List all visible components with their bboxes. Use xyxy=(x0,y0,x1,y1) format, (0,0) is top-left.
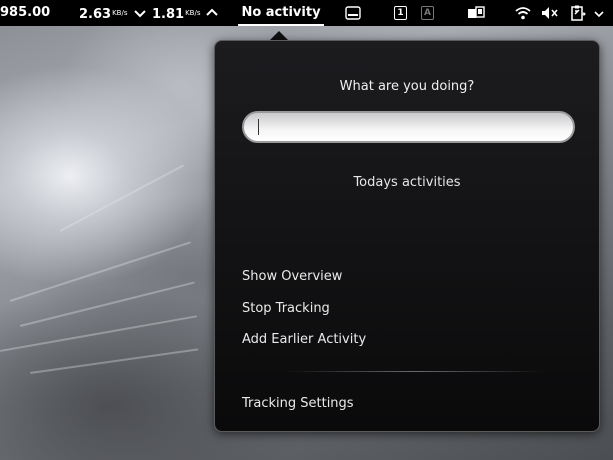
stock-ticker[interactable]: 985.00 xyxy=(0,0,50,26)
activity-tracker-button[interactable]: No activity xyxy=(238,0,324,26)
activity-title: No activity xyxy=(241,5,321,20)
workspace-a-label: A xyxy=(424,8,431,18)
activity-input[interactable] xyxy=(242,111,575,143)
net-down-unit: KB/s xyxy=(112,9,128,17)
chevron-down-icon[interactable] xyxy=(594,9,604,19)
todays-activities-label: Todays activities xyxy=(353,175,461,190)
net-speed-down[interactable]: 2.63KB/s xyxy=(79,0,127,26)
top-panel: 985.00 2.63KB/s 1.81KB/s No activity 1 A xyxy=(0,0,613,26)
menu-separator xyxy=(285,371,545,372)
net-up-value: 1.81 xyxy=(152,7,185,22)
volume-muted-icon[interactable] xyxy=(541,6,559,20)
wifi-icon[interactable] xyxy=(515,6,531,20)
popup-heading: What are you doing? xyxy=(339,79,475,94)
workspace-1-label: 1 xyxy=(397,8,404,18)
up-arrow-icon xyxy=(206,8,218,16)
down-arrow-icon xyxy=(134,10,146,18)
workspace-a-indicator[interactable]: A xyxy=(421,6,434,20)
activity-popup-menu: What are you doing? Todays activities Sh… xyxy=(214,40,600,432)
show-overview-item[interactable]: Show Overview xyxy=(242,269,342,284)
keyboard-icon[interactable] xyxy=(345,6,361,20)
add-earlier-activity-item[interactable]: Add Earlier Activity xyxy=(242,332,366,347)
clipboard-icon[interactable] xyxy=(570,5,586,21)
tracking-settings-item[interactable]: Tracking Settings xyxy=(242,396,354,411)
display-icon[interactable] xyxy=(467,6,485,20)
net-down-value: 2.63 xyxy=(79,7,112,22)
text-cursor xyxy=(258,119,259,135)
net-speed-up[interactable]: 1.81KB/s xyxy=(152,0,200,26)
stop-tracking-item[interactable]: Stop Tracking xyxy=(242,301,330,316)
net-up-unit: KB/s xyxy=(185,9,201,17)
workspace-1-indicator[interactable]: 1 xyxy=(394,6,407,20)
stock-value: 985.00 xyxy=(0,5,51,20)
